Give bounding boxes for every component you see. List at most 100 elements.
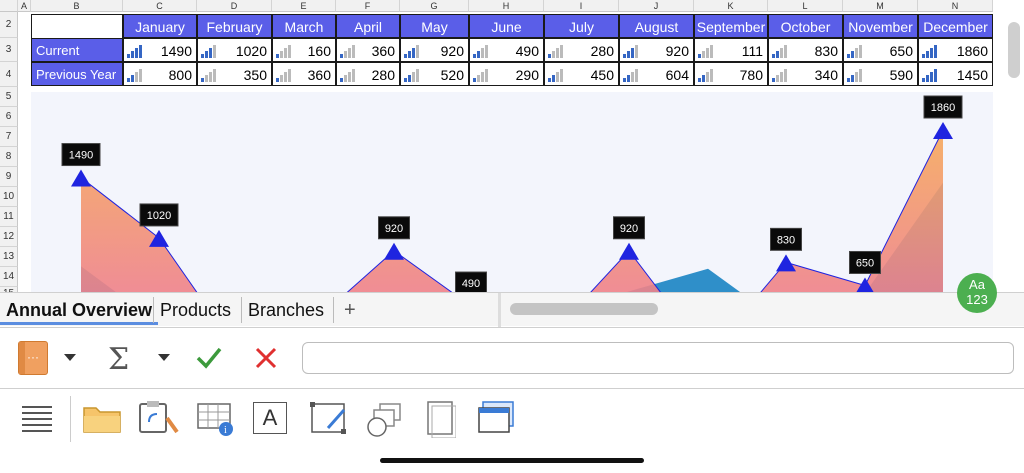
data-point-marker[interactable] bbox=[933, 122, 953, 139]
month-header[interactable]: April bbox=[336, 14, 400, 38]
column-header[interactable]: K bbox=[694, 0, 768, 12]
column-header[interactable]: B bbox=[31, 0, 123, 12]
row-header[interactable]: 9 bbox=[0, 167, 18, 187]
month-header[interactable]: August bbox=[619, 14, 694, 38]
row-label[interactable]: Current bbox=[31, 38, 123, 62]
sheet-info-icon[interactable]: i bbox=[196, 402, 236, 441]
row-header[interactable]: 12 bbox=[0, 227, 18, 247]
insert-image-icon[interactable] bbox=[310, 402, 350, 441]
table-cell[interactable]: 160 bbox=[272, 38, 336, 62]
table-cell[interactable]: 920 bbox=[400, 38, 469, 62]
row-header[interactable]: 14 bbox=[0, 267, 18, 287]
data-point-marker[interactable] bbox=[619, 242, 639, 260]
month-header[interactable]: May bbox=[400, 14, 469, 38]
table-cell[interactable]: 340 bbox=[768, 62, 843, 86]
month-header[interactable]: January bbox=[123, 14, 197, 38]
menu-lines-icon[interactable] bbox=[22, 404, 52, 439]
folder-icon[interactable] bbox=[82, 402, 122, 439]
input-mode-badge[interactable]: Aa 123 bbox=[957, 273, 997, 313]
column-header[interactable]: E bbox=[272, 0, 336, 12]
formula-input[interactable] bbox=[302, 342, 1014, 374]
column-header[interactable]: F bbox=[336, 0, 400, 12]
month-header[interactable]: July bbox=[544, 14, 619, 38]
paste-format-icon[interactable] bbox=[137, 400, 179, 441]
horizontal-scrollbar[interactable] bbox=[510, 303, 658, 315]
table-cell[interactable]: 590 bbox=[843, 62, 918, 86]
column-header[interactable]: N bbox=[918, 0, 993, 12]
data-point-marker[interactable] bbox=[71, 169, 91, 187]
area-chart[interactable]: 1490 1020 920 490 920 830 650 1860 bbox=[31, 92, 993, 292]
table-cell[interactable]: 111 bbox=[694, 38, 768, 62]
month-header[interactable]: February bbox=[197, 14, 272, 38]
table-cell[interactable]: 780 bbox=[694, 62, 768, 86]
table-cell[interactable]: 290 bbox=[469, 62, 544, 86]
home-indicator[interactable] bbox=[380, 458, 644, 463]
column-header[interactable]: H bbox=[469, 0, 544, 12]
column-header[interactable]: C bbox=[123, 0, 197, 12]
column-header[interactable]: D bbox=[197, 0, 272, 12]
table-cell[interactable]: 604 bbox=[619, 62, 694, 86]
row-header[interactable]: 13 bbox=[0, 247, 18, 267]
column-header[interactable]: I bbox=[544, 0, 619, 12]
month-header[interactable]: September bbox=[694, 14, 768, 38]
table-cell[interactable]: 360 bbox=[336, 38, 400, 62]
table-cell[interactable]: 1450 bbox=[918, 62, 993, 86]
tab-annual-overview[interactable]: Annual Overview bbox=[0, 295, 159, 325]
month-header[interactable]: October bbox=[768, 14, 843, 38]
cell-reference-icon[interactable]: ··· bbox=[18, 341, 48, 375]
data-point-marker[interactable] bbox=[384, 242, 404, 260]
row-header[interactable]: 4 bbox=[0, 62, 18, 87]
table-cell[interactable]: 350 bbox=[197, 62, 272, 86]
month-header[interactable]: March bbox=[272, 14, 336, 38]
row-header[interactable]: 6 bbox=[0, 107, 18, 127]
row-header[interactable]: 11 bbox=[0, 207, 18, 227]
sum-icon[interactable]: Σ bbox=[108, 342, 129, 377]
table-cell[interactable]: 1490 bbox=[123, 38, 197, 62]
month-header[interactable]: December bbox=[918, 14, 993, 38]
confirm-check-icon[interactable] bbox=[195, 344, 223, 375]
table-cell[interactable]: 650 bbox=[843, 38, 918, 62]
column-header[interactable]: M bbox=[843, 0, 918, 12]
spreadsheet-grid[interactable]: ABCDEFGHIJKLMN 23456789101112131415 1490… bbox=[0, 0, 1024, 292]
table-cell[interactable]: 1020 bbox=[197, 38, 272, 62]
row-header[interactable]: 8 bbox=[0, 147, 18, 167]
chart-area[interactable]: 1490 1020 920 490 920 830 650 1860 bbox=[31, 92, 993, 292]
cancel-x-icon[interactable] bbox=[254, 346, 278, 375]
shapes-icon[interactable] bbox=[366, 402, 406, 443]
table-cell[interactable]: 920 bbox=[619, 38, 694, 62]
text-box-icon[interactable]: A bbox=[253, 402, 287, 434]
chevron-down-icon[interactable] bbox=[64, 354, 76, 361]
table-cell[interactable]: 360 bbox=[272, 62, 336, 86]
row-header[interactable]: 2 bbox=[0, 12, 18, 38]
table-cell[interactable]: 1860 bbox=[918, 38, 993, 62]
row-label[interactable]: Previous Year bbox=[31, 62, 123, 86]
chevron-down-icon[interactable] bbox=[158, 354, 170, 361]
table-cell[interactable]: 830 bbox=[768, 38, 843, 62]
vertical-scrollbar[interactable] bbox=[1008, 22, 1020, 78]
table-cell[interactable]: 520 bbox=[400, 62, 469, 86]
month-header[interactable]: November bbox=[843, 14, 918, 38]
tab-products[interactable]: Products bbox=[154, 295, 237, 325]
column-header[interactable]: J bbox=[619, 0, 694, 12]
series-area-current[interactable] bbox=[81, 130, 943, 292]
table-cell[interactable]: 800 bbox=[123, 62, 197, 86]
table-cell[interactable]: 490 bbox=[469, 38, 544, 62]
data-point-marker[interactable] bbox=[776, 254, 796, 272]
row-header[interactable]: 7 bbox=[0, 127, 18, 147]
add-sheet-button[interactable]: + bbox=[338, 295, 362, 325]
month-header[interactable]: June bbox=[469, 14, 544, 38]
windows-icon[interactable] bbox=[477, 400, 517, 441]
column-header[interactable]: G bbox=[400, 0, 469, 12]
select-all-corner[interactable] bbox=[0, 0, 18, 12]
table-cell[interactable]: 280 bbox=[544, 38, 619, 62]
row-header[interactable]: 3 bbox=[0, 38, 18, 62]
table-cell[interactable]: 280 bbox=[336, 62, 400, 86]
table-cell[interactable]: 450 bbox=[544, 62, 619, 86]
column-header[interactable]: A bbox=[18, 0, 31, 12]
column-header[interactable]: L bbox=[768, 0, 843, 12]
table-corner-cell[interactable] bbox=[31, 14, 123, 38]
tab-branches[interactable]: Branches bbox=[242, 295, 330, 325]
row-header[interactable]: 10 bbox=[0, 187, 18, 207]
page-icon[interactable] bbox=[424, 400, 457, 443]
row-header[interactable]: 5 bbox=[0, 87, 18, 107]
